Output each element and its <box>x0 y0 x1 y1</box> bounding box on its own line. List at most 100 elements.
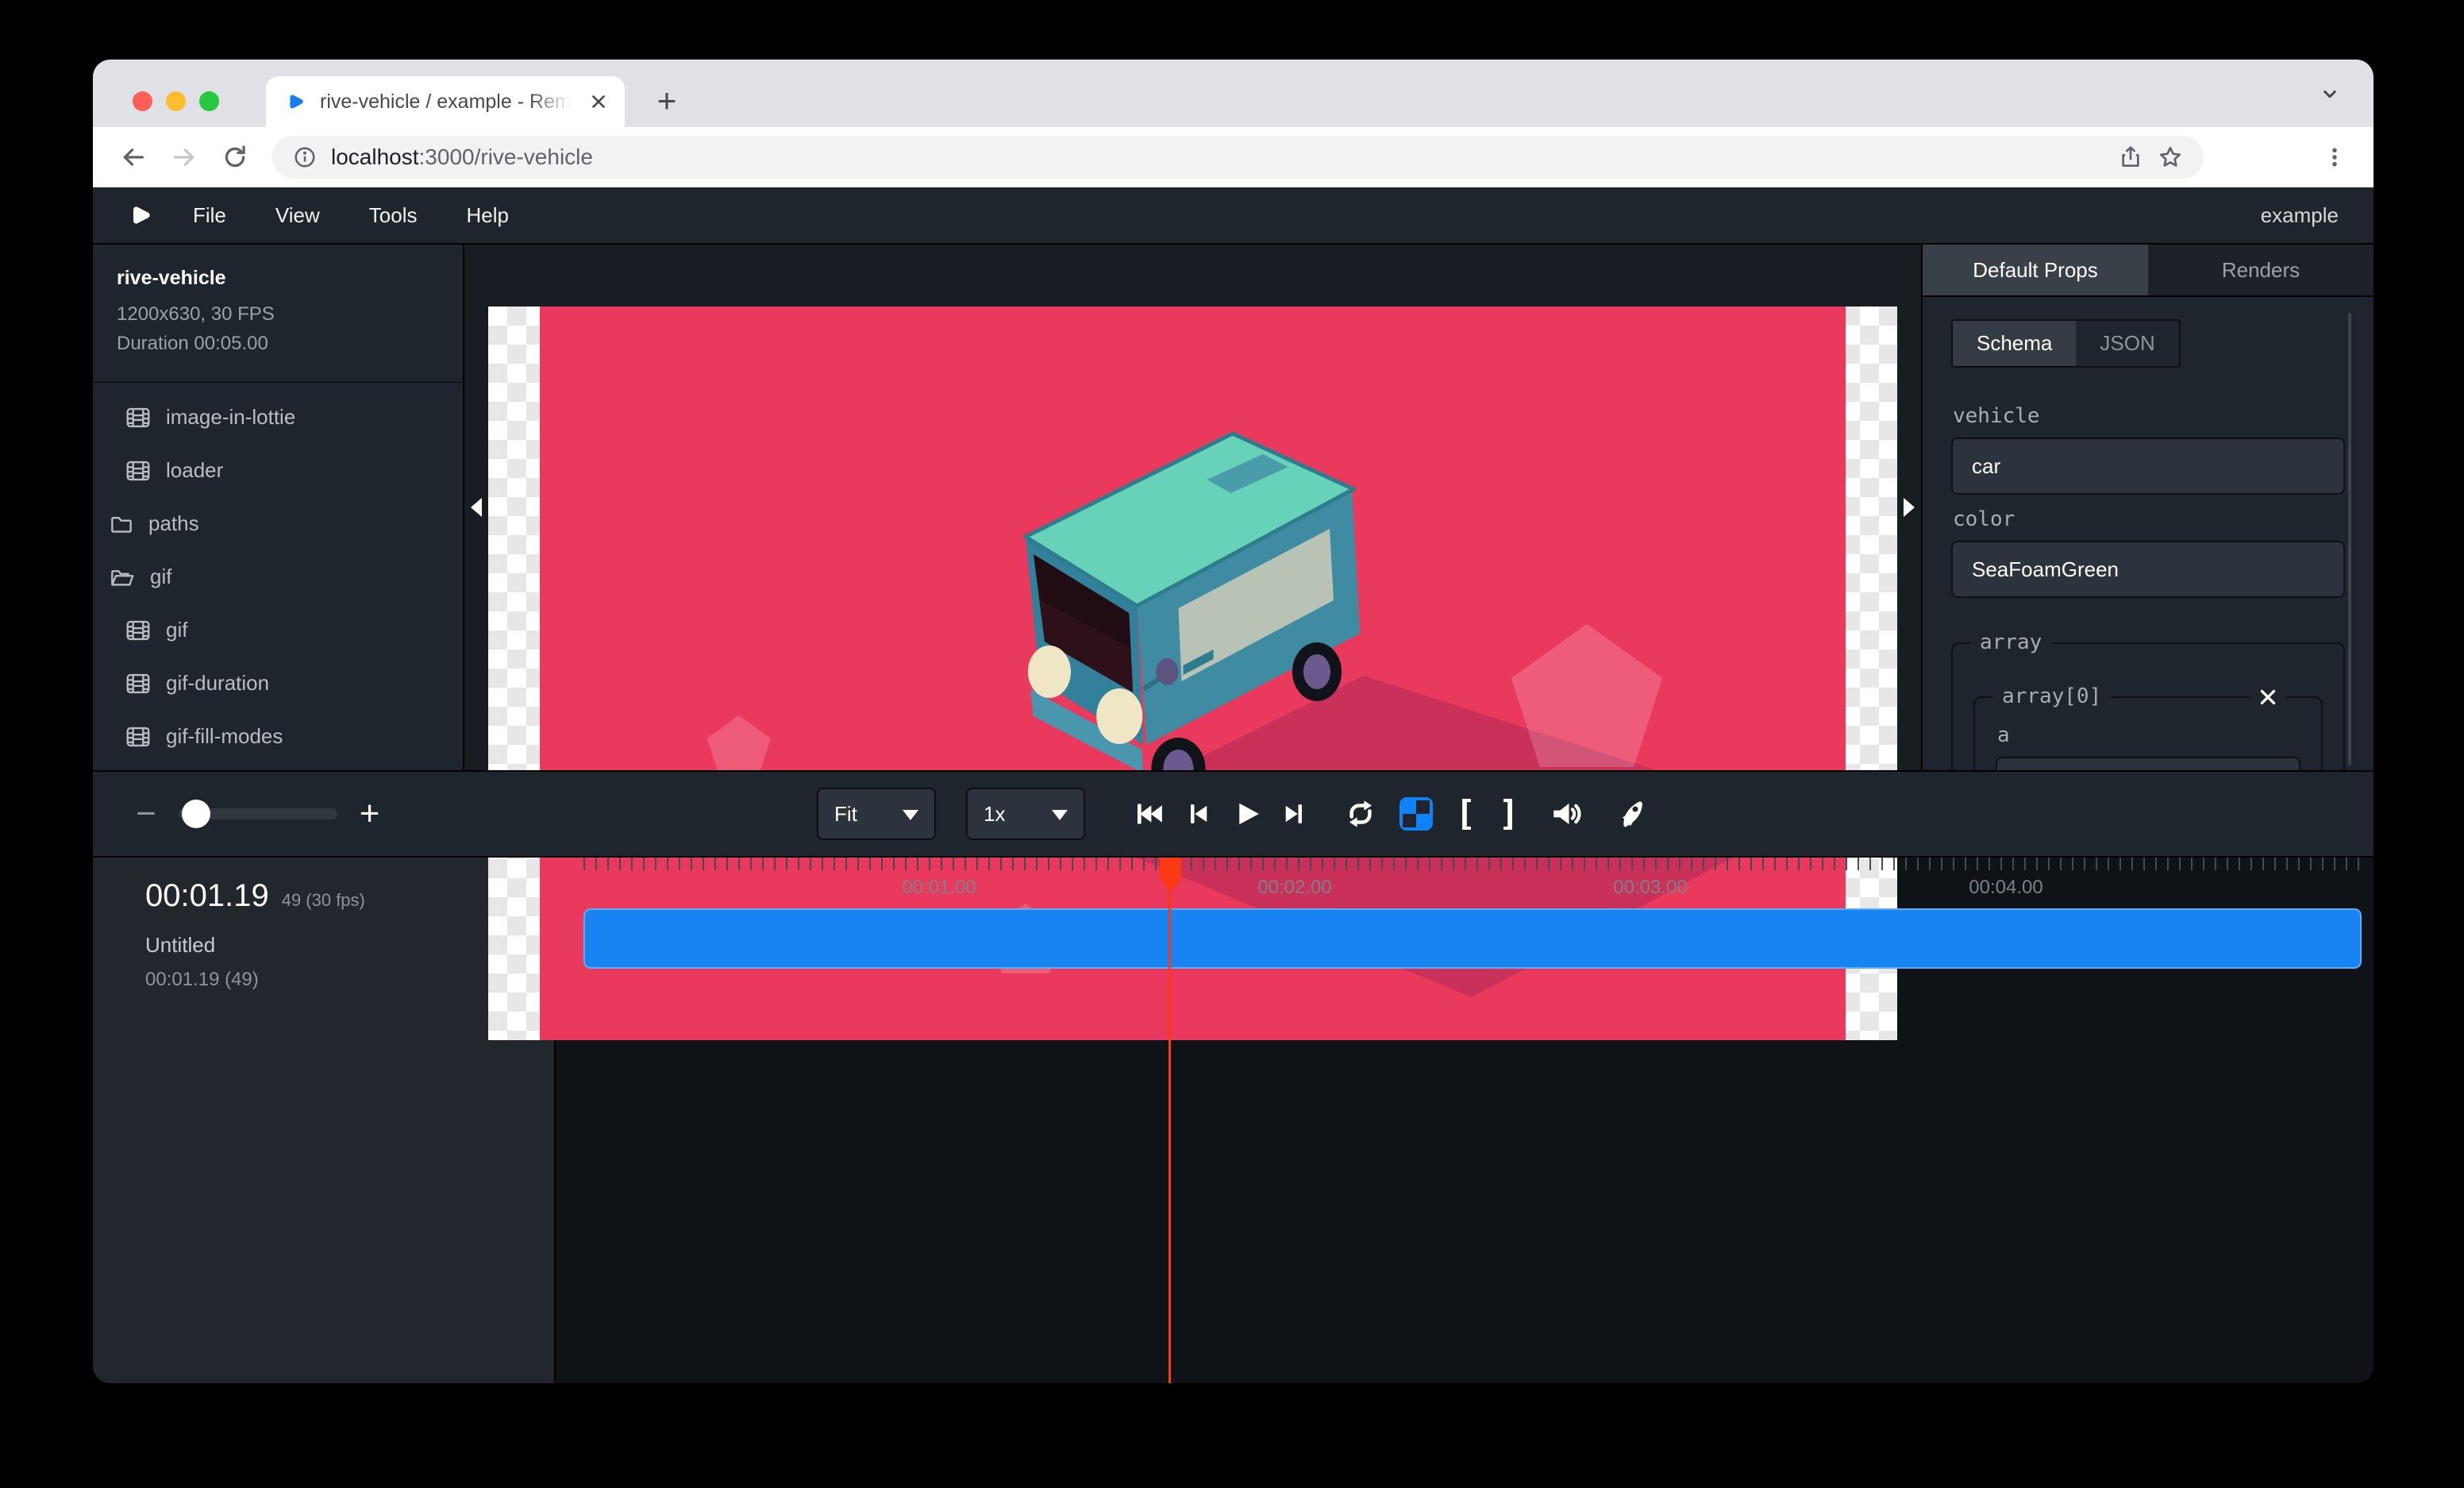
set-out-point-button[interactable]: ] <box>1499 796 1520 831</box>
sidebar-item-gif-duration[interactable]: gif-duration <box>93 657 463 710</box>
timeline: 00:01.19 49 (30 fps) Untitled 00:01.19 (… <box>93 858 2374 1383</box>
tab-search-chevron-icon[interactable] <box>2318 82 2342 110</box>
url-text: localhost:3000/rive-vehicle <box>331 145 593 170</box>
ruler-label-00:01.00: 00:01.00 <box>902 877 976 899</box>
array-0-a-label: a <box>1997 723 2300 747</box>
sidebar-item-image-in-lottie[interactable]: image-in-lottie <box>93 391 463 444</box>
zoom-slider[interactable] <box>179 808 337 819</box>
share-icon[interactable] <box>2118 145 2143 170</box>
project-duration: Duration 00:05.00 <box>117 329 439 358</box>
rocket-icon[interactable] <box>1616 797 1650 831</box>
menu-file[interactable]: File <box>193 203 226 228</box>
sidebar-item-gif[interactable]: gif <box>93 603 463 657</box>
remotion-studio: FileViewToolsHelp example rive-vehicle 1… <box>93 187 2374 1383</box>
sidebar-item-loader[interactable]: loader <box>93 444 463 497</box>
zoom-slider-knob[interactable] <box>182 800 210 828</box>
film-icon <box>126 407 150 428</box>
browser-window: rive-vehicle / example - Remoti + localh… <box>93 60 2374 1383</box>
prop-color-label: color <box>1953 507 2345 531</box>
app-menu-items: File View Tools Help <box>193 203 558 228</box>
folder-closed-icon <box>110 515 133 534</box>
playhead-flag[interactable] <box>1160 858 1181 892</box>
volume-icon[interactable] <box>1550 797 1583 831</box>
array-fieldset-label: array <box>1970 630 2051 654</box>
compositions-sidebar: rive-vehicle 1200x630, 30 FPS Duration 0… <box>93 245 464 770</box>
array-item-label: array[0] <box>1992 684 2111 708</box>
canvas-zoom-controls: − + <box>136 796 379 831</box>
previous-frame-icon[interactable] <box>1184 800 1212 828</box>
tab-favicon <box>285 91 307 113</box>
current-timecode: 00:01.19 <box>145 878 269 914</box>
props-scrollbar[interactable] <box>2348 313 2351 765</box>
loop-icon[interactable] <box>1344 797 1377 831</box>
new-tab-button[interactable]: + <box>649 83 685 119</box>
menu-view[interactable]: View <box>275 203 320 228</box>
playback-rate-select[interactable]: 1x <box>966 788 1085 840</box>
sidebar-item-label: image-in-lottie <box>166 405 295 430</box>
zoom-out-button[interactable]: − <box>136 796 156 831</box>
sidebar-item-label: gif-fill-modes <box>166 724 283 749</box>
mode-json[interactable]: JSON <box>2076 321 2178 366</box>
array-0-a-input[interactable] <box>1996 757 2300 770</box>
size-select[interactable]: Fit <box>817 788 936 840</box>
transport-controls: Fit 1x <box>817 788 1650 840</box>
set-in-point-button[interactable]: [ <box>1455 796 1476 831</box>
back-icon[interactable] <box>120 144 147 171</box>
reload-icon[interactable] <box>221 144 248 171</box>
tab-title: rive-vehicle / example - Remoti <box>320 91 576 114</box>
sidebar-item-paths[interactable]: paths <box>93 497 463 550</box>
fullscreen-window-button[interactable] <box>199 91 219 111</box>
sidebar-item-gif-loop-behavior[interactable]: gif-loop-behavior <box>93 763 463 770</box>
traffic-lights <box>133 91 219 111</box>
remotion-logo-icon[interactable] <box>128 202 153 228</box>
current-frame-info: 49 (30 fps) <box>282 890 365 911</box>
ruler-label-00:03.00: 00:03.00 <box>1613 877 1687 899</box>
tab-renders[interactable]: Renders <box>2148 245 2374 295</box>
play-icon[interactable] <box>1231 799 1261 829</box>
mode-schema[interactable]: Schema <box>1953 321 2076 366</box>
bookmark-star-icon[interactable] <box>2158 145 2183 170</box>
timeline-track-bar[interactable] <box>583 908 2362 969</box>
sidebar-item-gif[interactable]: gif <box>93 550 463 603</box>
minimize-window-button[interactable] <box>166 91 186 111</box>
browser-tab[interactable]: rive-vehicle / example - Remoti <box>266 76 625 127</box>
ruler-label-00:02.00: 00:02.00 <box>1257 877 1331 899</box>
tab-close-icon[interactable] <box>588 91 609 112</box>
close-window-button[interactable] <box>133 91 152 111</box>
timeline-ruler[interactable] <box>583 858 2362 870</box>
skip-to-start-icon[interactable] <box>1134 799 1165 829</box>
prop-color-input[interactable] <box>1951 541 2345 598</box>
film-icon <box>126 620 150 641</box>
film-icon <box>126 673 150 694</box>
array-fieldset: arrayarray[0]abarray[1]ab <box>1951 642 2345 770</box>
playhead-line <box>1168 889 1171 1383</box>
timeline-track-area[interactable]: 00:01.00 00:02.00 00:03.00 00:04.00 <box>556 858 2374 1383</box>
prop-vehicle-input[interactable] <box>1951 438 2345 495</box>
film-icon <box>126 461 150 481</box>
remove-array-item-icon[interactable] <box>2250 687 2286 707</box>
props-panel-tabs: Default PropsRenders <box>1923 245 2374 297</box>
composition-list: image-in-lottie loader paths gif gif gif-dura… <box>93 383 463 770</box>
menu-help[interactable]: Help <box>467 203 509 228</box>
folder-open-icon <box>110 568 134 587</box>
menu-tools[interactable]: Tools <box>369 203 418 228</box>
ruler-label-00:04.00: 00:04.00 <box>1969 877 2042 899</box>
transparency-checkerboard-toggle[interactable] <box>1399 797 1433 831</box>
sidebar-item-label: loader <box>166 458 223 483</box>
sidebar-item-label: gif <box>166 618 187 642</box>
address-bar-row: localhost:3000/rive-vehicle <box>93 127 2374 187</box>
site-info-icon[interactable] <box>293 145 317 169</box>
collapse-right-panel-icon[interactable] <box>1904 498 1915 517</box>
sidebar-item-label: paths <box>148 511 199 536</box>
next-frame-icon[interactable] <box>1280 800 1309 828</box>
browser-menu-dots-icon[interactable] <box>2323 145 2347 169</box>
zoom-in-button[interactable]: + <box>360 796 380 831</box>
schema-json-toggle: SchemaJSON <box>1951 319 2181 368</box>
tab-strip: rive-vehicle / example - Remoti + <box>93 60 2374 127</box>
address-bar[interactable]: localhost:3000/rive-vehicle <box>272 136 2204 179</box>
tab-default-props[interactable]: Default Props <box>1923 245 2148 295</box>
prop-vehicle-label: vehicle <box>1953 404 2345 428</box>
collapse-left-panel-icon[interactable] <box>471 498 482 517</box>
forward-icon[interactable] <box>171 144 198 171</box>
sidebar-item-gif-fill-modes[interactable]: gif-fill-modes <box>93 710 463 763</box>
